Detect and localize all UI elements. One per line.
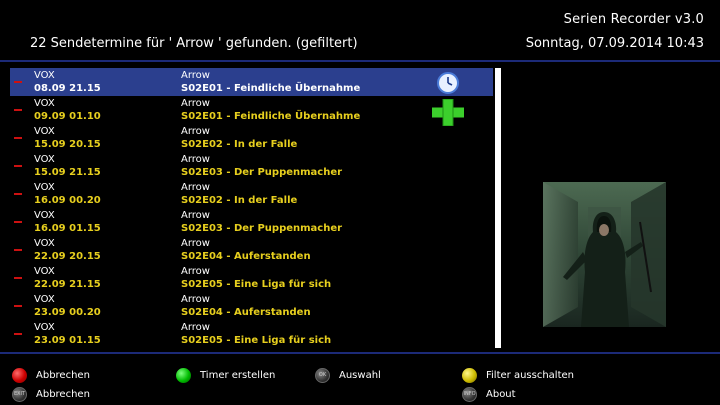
row-sender: VOX — [34, 238, 55, 249]
top-separator — [0, 60, 720, 62]
scrollbar[interactable] — [495, 68, 501, 348]
status-marker — [14, 277, 22, 279]
row-datetime: 23.09 00.20 — [34, 307, 101, 318]
info-key-icon: INFO — [462, 386, 477, 402]
row-sender: VOX — [34, 154, 55, 165]
row-episode: S02E02 - In der Falle — [181, 139, 298, 150]
info-button-about[interactable]: INFO About — [462, 386, 516, 402]
status-marker — [14, 193, 22, 195]
row-datetime: 22.09 20.15 — [34, 251, 101, 262]
row-datetime: 08.09 21.15 — [34, 83, 101, 94]
status-marker — [14, 305, 22, 307]
row-series: Arrow — [181, 322, 210, 333]
series-poster — [543, 182, 666, 327]
row-series: Arrow — [181, 210, 210, 221]
list-row[interactable]: VOX 15.09 21.15 Arrow S02E03 - Der Puppe… — [10, 152, 493, 180]
yellow-key-icon — [462, 367, 477, 383]
list-row[interactable]: VOX 22.09 21.15 Arrow S02E05 - Eine Liga… — [10, 264, 493, 292]
current-date-time: Sonntag, 07.09.2014 10:43 — [525, 36, 704, 51]
exit-button-label: Abbrechen — [36, 388, 90, 400]
list-row[interactable]: VOX 23.09 00.20 Arrow S02E04 - Auferstan… — [10, 292, 493, 320]
row-episode: S02E05 - Eine Liga für sich — [181, 279, 332, 290]
row-episode: S02E01 - Feindliche Übernahme — [181, 111, 361, 122]
row-series: Arrow — [181, 70, 210, 81]
row-datetime: 15.09 20.15 — [34, 139, 101, 150]
ok-button-select[interactable]: OK Auswahl — [315, 367, 381, 383]
red-button-label: Abbrechen — [36, 369, 90, 381]
clock-icon — [437, 72, 459, 94]
red-button-cancel[interactable]: Abbrechen — [12, 367, 90, 383]
list-row[interactable]: VOX 09.09 01.10 Arrow S02E01 - Feindlich… — [10, 96, 493, 124]
list-row[interactable]: VOX 22.09 20.15 Arrow S02E04 - Auferstan… — [10, 236, 493, 264]
row-series: Arrow — [181, 154, 210, 165]
list-row[interactable]: VOX 16.09 01.15 Arrow S02E03 - Der Puppe… — [10, 208, 493, 236]
ok-key-icon: OK — [315, 367, 330, 383]
scrollbar-thumb[interactable] — [495, 70, 501, 154]
row-sender: VOX — [34, 210, 55, 221]
row-sender: VOX — [34, 70, 55, 81]
status-marker — [14, 333, 22, 335]
row-sender: VOX — [34, 322, 55, 333]
row-episode: S02E02 - In der Falle — [181, 195, 298, 206]
list-row[interactable]: VOX 16.09 00.20 Arrow S02E02 - In der Fa… — [10, 180, 493, 208]
green-button-create-timer[interactable]: Timer erstellen — [176, 367, 275, 383]
status-marker — [14, 137, 22, 139]
row-series: Arrow — [181, 294, 210, 305]
row-series: Arrow — [181, 266, 210, 277]
row-episode: S02E04 - Auferstanden — [181, 307, 311, 318]
yellow-button-filter-off[interactable]: Filter ausschalten — [462, 367, 574, 383]
row-episode: S02E05 - Eine Liga für sich — [181, 335, 332, 346]
app-title: Serien Recorder v3.0 — [563, 12, 704, 27]
status-marker — [14, 165, 22, 167]
row-datetime: 23.09 01.15 — [34, 335, 101, 346]
row-episode: S02E03 - Der Puppenmacher — [181, 167, 343, 178]
row-sender: VOX — [34, 126, 55, 137]
status-marker — [14, 221, 22, 223]
row-datetime: 09.09 01.10 — [34, 111, 101, 122]
exit-button-cancel[interactable]: EXIT Abbrechen — [12, 386, 90, 402]
row-datetime: 16.09 00.20 — [34, 195, 101, 206]
status-marker — [14, 249, 22, 251]
red-key-icon — [12, 367, 27, 383]
yellow-button-label: Filter ausschalten — [486, 369, 574, 381]
ok-button-label: Auswahl — [339, 369, 381, 381]
row-sender: VOX — [34, 98, 55, 109]
plus-icon — [432, 99, 464, 126]
list-row[interactable]: VOX 08.09 21.15 Arrow S02E01 - Feindlich… — [10, 68, 493, 96]
list-row[interactable]: VOX 23.09 01.15 Arrow S02E05 - Eine Liga… — [10, 320, 493, 348]
row-datetime: 22.09 21.15 — [34, 279, 101, 290]
row-datetime: 16.09 01.15 — [34, 223, 101, 234]
green-key-icon — [176, 367, 191, 383]
row-episode: S02E04 - Auferstanden — [181, 251, 311, 262]
green-button-label: Timer erstellen — [200, 369, 276, 381]
row-series: Arrow — [181, 182, 210, 193]
row-datetime: 15.09 21.15 — [34, 167, 101, 178]
info-button-label: About — [486, 388, 516, 400]
row-sender: VOX — [34, 182, 55, 193]
row-sender: VOX — [34, 266, 55, 277]
row-sender: VOX — [34, 294, 55, 305]
row-series: Arrow — [181, 238, 210, 249]
row-series: Arrow — [181, 98, 210, 109]
exit-key-icon: EXIT — [12, 386, 27, 402]
broadcast-list: VOX 08.09 21.15 Arrow S02E01 - Feindlich… — [10, 68, 493, 348]
list-row[interactable]: VOX 15.09 20.15 Arrow S02E02 - In der Fa… — [10, 124, 493, 152]
row-series: Arrow — [181, 126, 210, 137]
row-episode: S02E03 - Der Puppenmacher — [181, 223, 343, 234]
result-info: 22 Sendetermine für ' Arrow ' gefunden. … — [30, 36, 358, 51]
bottom-separator — [0, 352, 720, 354]
row-episode: S02E01 - Feindliche Übernahme — [181, 83, 361, 94]
status-marker — [14, 81, 22, 83]
status-marker — [14, 109, 22, 111]
